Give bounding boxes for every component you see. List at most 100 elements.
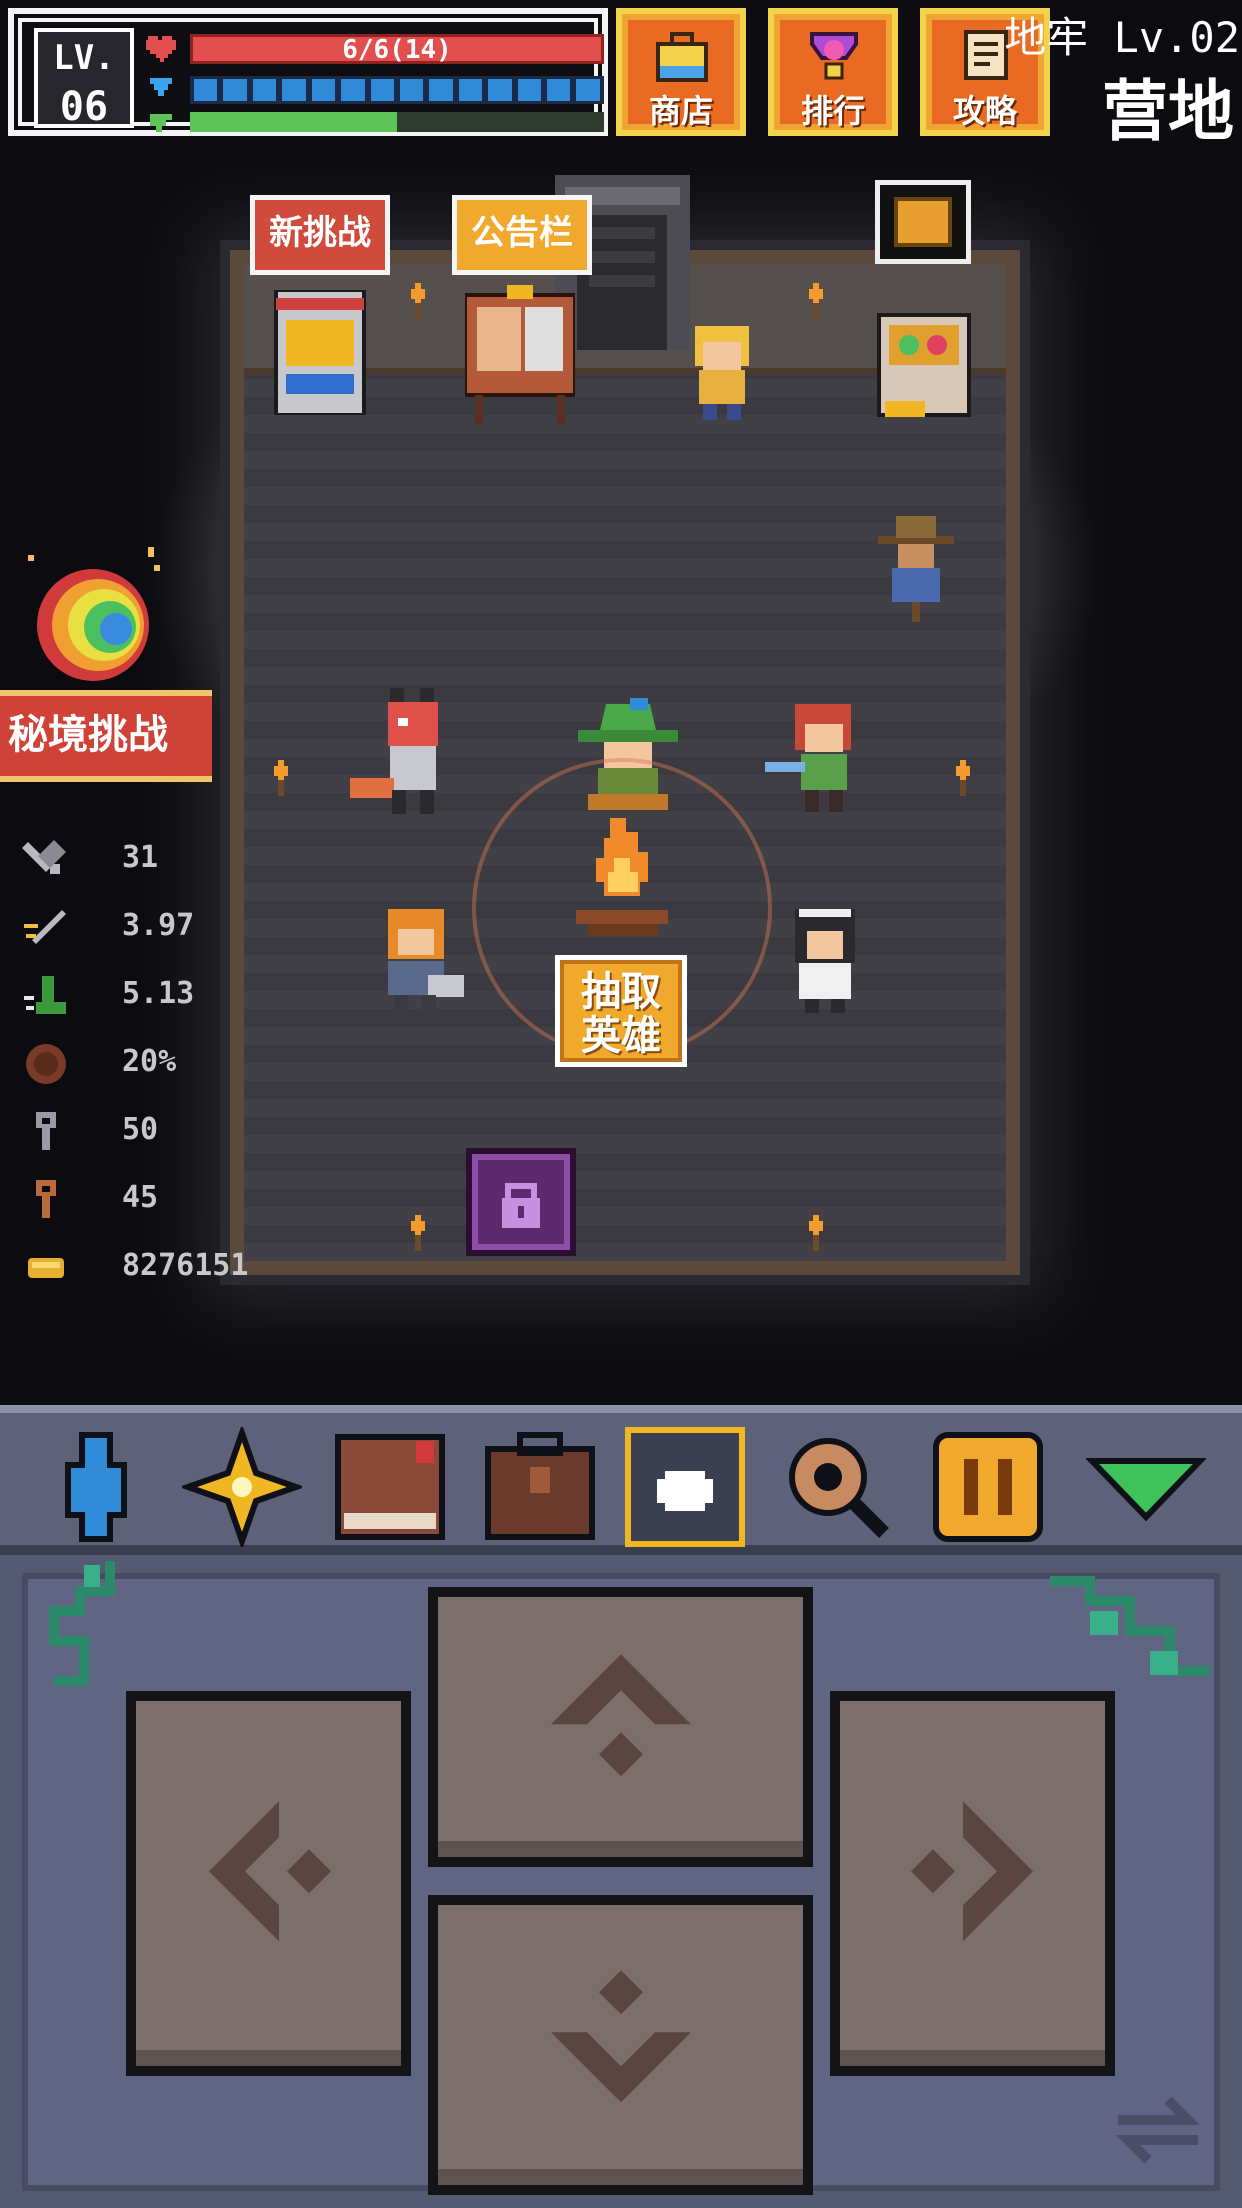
experience-bar — [190, 112, 604, 132]
blonde-hero-npc[interactable] — [683, 322, 761, 422]
shield-icon — [26, 1044, 66, 1084]
treasure-speech-bubble[interactable] — [875, 180, 971, 264]
level-number: 06 — [59, 84, 109, 130]
area-name-text: 营地 — [1102, 73, 1234, 150]
padlock-icon — [502, 1183, 540, 1228]
dpad-left-button[interactable] — [126, 1691, 411, 2076]
cloud-center-icon — [657, 1471, 713, 1511]
pause-icon[interactable] — [928, 1427, 1048, 1547]
dpad-up-button[interactable] — [428, 1587, 813, 1867]
mana-segment — [517, 79, 542, 101]
mana-segment — [488, 79, 512, 101]
treasure-merchant-stall[interactable] — [875, 305, 973, 425]
player-status-panel: LV. 06 6/6(14) — [8, 8, 608, 136]
maid-hero[interactable] — [775, 905, 875, 1015]
experience-fill — [190, 112, 397, 132]
ranking-label: 排行 — [800, 92, 865, 130]
mana-segment — [223, 79, 247, 101]
stat-defense: 20% — [22, 1034, 292, 1102]
arrow-left-icon — [208, 1800, 331, 1941]
scroll-item-icon — [894, 197, 952, 247]
star-sparkle-icon[interactable] — [182, 1427, 302, 1547]
dpad-down-button[interactable] — [428, 1895, 813, 2195]
mana-segment — [252, 79, 277, 101]
gold-coin-icon — [28, 1258, 64, 1278]
stat-silver-keys: 50 — [22, 1102, 292, 1170]
mana-segment — [429, 79, 453, 101]
dungeon-level-text: 地牢 Lv.02 — [1004, 13, 1240, 62]
stat-value: 5.13 — [122, 976, 195, 1011]
arrow-down-icon — [550, 1970, 691, 2103]
bulletin-board-npc[interactable] — [465, 285, 575, 425]
heart-icon — [146, 36, 176, 62]
wall-torch — [274, 760, 288, 796]
shopping-bag-icon — [656, 32, 708, 82]
locked-door[interactable] — [466, 1148, 576, 1256]
arrow-up-icon — [550, 1654, 691, 1777]
stat-value: 31 — [122, 840, 159, 875]
bulletin-board-sign[interactable]: 公告栏 — [452, 195, 592, 275]
vine-decoration — [49, 1561, 115, 1686]
wall-torch — [809, 283, 823, 319]
red-hair-swordswoman-hero[interactable] — [765, 700, 880, 815]
campfire[interactable] — [568, 818, 676, 943]
secret-challenge-ribbon[interactable]: 秘境挑战 — [0, 690, 212, 782]
sword-speed-icon — [24, 910, 66, 944]
boot-speed-icon — [24, 976, 66, 1014]
sword-attack-icon — [22, 840, 66, 874]
hero-stats-list: 31 3.97 5.13 20% 50 45 8276151 — [22, 830, 292, 1306]
dpad-right-button[interactable] — [830, 1691, 1115, 2076]
wall-torch — [956, 760, 970, 796]
shop-label: 商店 — [648, 92, 713, 130]
level-badge: LV. 06 — [34, 28, 134, 130]
stat-bronze-keys: 45 — [22, 1170, 292, 1238]
health-bar: 6/6(14) — [190, 34, 604, 65]
action-toolbar — [0, 1405, 1242, 1555]
xp-icon — [150, 114, 172, 132]
dropdown-arrow-icon[interactable] — [1086, 1427, 1206, 1547]
book-icon[interactable] — [330, 1427, 450, 1547]
mana-segment — [194, 79, 218, 101]
stat-attack-speed: 3.97 — [22, 898, 292, 966]
mana-segment — [370, 79, 394, 101]
health-text: 6/6(14) — [342, 35, 452, 65]
mana-drop-icon — [150, 78, 172, 96]
mana-segment — [399, 79, 424, 101]
new-challenge-sign[interactable]: 新挑战 — [250, 195, 390, 275]
orange-knight-hero[interactable] — [368, 905, 468, 1015]
mana-segment — [458, 79, 483, 101]
shop-button[interactable]: 商店 — [616, 8, 746, 136]
summon-label-line2: 英雄 — [581, 1013, 661, 1059]
mana-segment — [341, 79, 365, 101]
target-fullscreen-icon[interactable] — [625, 1427, 745, 1547]
mana-segment — [547, 79, 571, 101]
summon-label-line1: 抽取 — [581, 969, 661, 1015]
mana-segment — [282, 79, 306, 101]
fox-warrior-hero[interactable] — [350, 688, 470, 818]
guide-label: 攻略 — [952, 92, 1017, 130]
scarecrow-npc[interactable] — [868, 512, 964, 622]
stat-value: 50 — [122, 1112, 159, 1147]
level-label: LV. — [53, 38, 115, 78]
arrow-right-icon — [910, 1800, 1033, 1941]
summon-hero-button[interactable]: 抽取 英雄 — [555, 955, 687, 1067]
stat-move-speed: 5.13 — [22, 966, 292, 1034]
backpack-icon[interactable] — [480, 1427, 600, 1547]
floor-torch — [809, 1215, 823, 1251]
stat-value: 8276151 — [122, 1248, 249, 1283]
mana-segment — [576, 79, 600, 101]
stat-value: 3.97 — [122, 908, 195, 943]
stat-attack: 31 — [22, 830, 292, 898]
secret-challenge-label: 秘境挑战 — [8, 712, 168, 758]
stat-value: 20% — [122, 1044, 177, 1079]
silver-key-icon — [36, 1112, 56, 1150]
stat-gold: 8276151 — [22, 1238, 292, 1306]
wall-torch — [411, 283, 425, 319]
magnifier-icon[interactable] — [778, 1427, 898, 1547]
arcade-machine[interactable] — [272, 290, 368, 415]
rainbow-orb-icon[interactable] — [18, 545, 168, 695]
hero-silhouette-icon[interactable] — [36, 1427, 156, 1547]
ranking-button[interactable]: 排行 — [768, 8, 898, 136]
stat-value: 45 — [122, 1180, 159, 1215]
swap-controls-icon[interactable] — [1108, 2090, 1208, 2170]
